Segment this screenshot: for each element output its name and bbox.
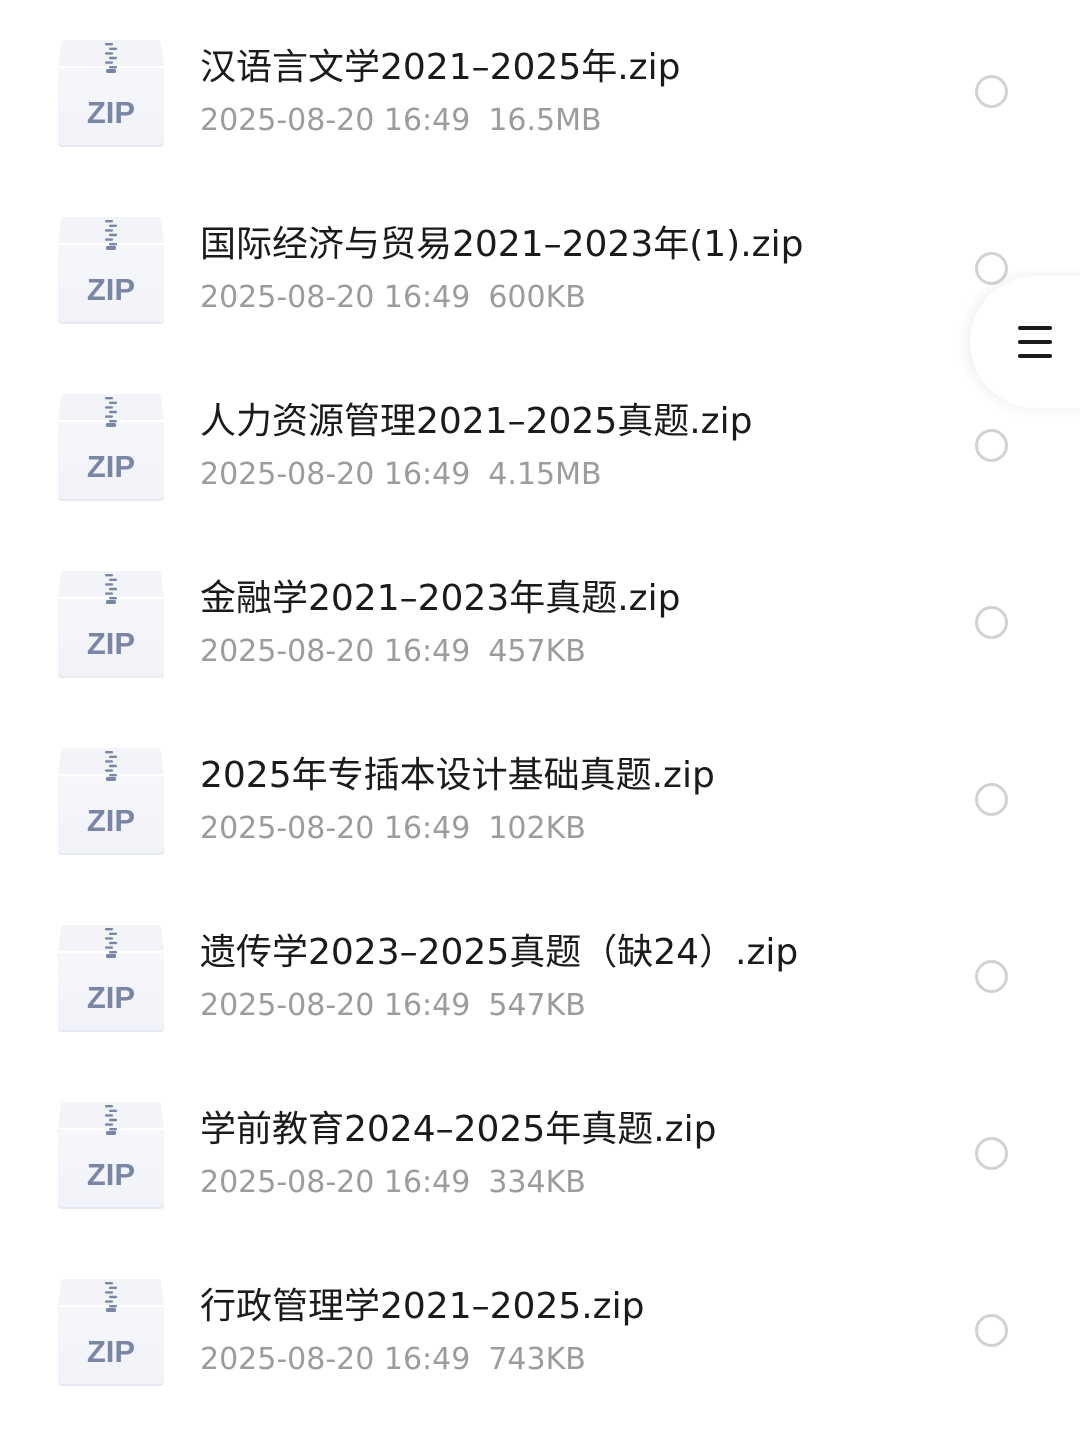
select-radio[interactable] bbox=[975, 1314, 1008, 1347]
file-size: 16.5MB bbox=[488, 103, 602, 138]
zip-file-graphic: ZIP bbox=[58, 571, 164, 678]
file-name: 汉语言文学2021–2025年.zip bbox=[200, 47, 681, 88]
zip-file-graphic: ZIP bbox=[58, 394, 164, 501]
zip-label: ZIP bbox=[87, 272, 135, 307]
file-meta: 2025-08-20 16:49 334KB bbox=[200, 1164, 586, 1202]
file-row[interactable]: ZIP 金融学2021–2023年真题.zip 2025-08-20 16:49… bbox=[0, 534, 1080, 711]
zip-file-icon: ZIP bbox=[56, 1101, 166, 1211]
select-radio[interactable] bbox=[975, 783, 1008, 816]
file-meta: 2025-08-20 16:49 4.15MB bbox=[200, 456, 602, 494]
file-date: 2025-08-20 16:49 bbox=[200, 1342, 471, 1377]
file-meta: 2025-08-20 16:49 547KB bbox=[200, 987, 586, 1025]
zip-file-icon: ZIP bbox=[56, 216, 166, 326]
file-date: 2025-08-20 16:49 bbox=[200, 1165, 471, 1200]
file-date: 2025-08-20 16:49 bbox=[200, 634, 471, 669]
file-meta: 2025-08-20 16:49 16.5MB bbox=[200, 102, 602, 140]
zip-label: ZIP bbox=[87, 803, 135, 838]
zip-label: ZIP bbox=[87, 95, 135, 130]
file-name: 行政管理学2021–2025.zip bbox=[200, 1286, 645, 1327]
file-name: 金融学2021–2023年真题.zip bbox=[200, 578, 681, 619]
file-name: 国际经济与贸易2021–2023年(1).zip bbox=[200, 224, 804, 265]
zip-file-graphic: ZIP bbox=[58, 1279, 164, 1386]
zip-file-icon: ZIP bbox=[56, 747, 166, 857]
zip-file-icon: ZIP bbox=[56, 39, 166, 149]
file-list: ZIP 汉语言文学2021–2025年.zip 2025-08-20 16:49… bbox=[0, 3, 1080, 1419]
file-row[interactable]: ZIP 行政管理学2021–2025.zip 2025-08-20 16:49 7… bbox=[0, 1242, 1080, 1419]
zip-file-icon: ZIP bbox=[56, 393, 166, 503]
select-radio[interactable] bbox=[975, 960, 1008, 993]
file-size: 102KB bbox=[488, 811, 586, 846]
zip-label: ZIP bbox=[87, 1334, 135, 1369]
zip-file-graphic: ZIP bbox=[58, 925, 164, 1032]
file-size: 4.15MB bbox=[488, 457, 602, 492]
select-radio[interactable] bbox=[975, 606, 1008, 639]
zip-label: ZIP bbox=[87, 980, 135, 1015]
file-row[interactable]: ZIP 学前教育2024–2025年真题.zip 2025-08-20 16:4… bbox=[0, 1065, 1080, 1242]
file-name: 人力资源管理2021–2025真题.zip bbox=[200, 401, 753, 442]
select-radio[interactable] bbox=[975, 252, 1008, 285]
select-radio[interactable] bbox=[975, 75, 1008, 108]
file-size: 457KB bbox=[488, 634, 586, 669]
zip-label: ZIP bbox=[87, 1157, 135, 1192]
file-name: 2025年专插本设计基础真题.zip bbox=[200, 755, 715, 796]
file-date: 2025-08-20 16:49 bbox=[200, 280, 471, 315]
menu-icon bbox=[1018, 326, 1052, 358]
file-row[interactable]: ZIP 遗传学2023–2025真题（缺24）.zip 2025-08-20 1… bbox=[0, 888, 1080, 1065]
file-name: 学前教育2024–2025年真题.zip bbox=[200, 1109, 717, 1150]
file-row[interactable]: ZIP 人力资源管理2021–2025真题.zip 2025-08-20 16:… bbox=[0, 357, 1080, 534]
file-size: 600KB bbox=[488, 280, 586, 315]
zip-file-graphic: ZIP bbox=[58, 748, 164, 855]
zip-file-icon: ZIP bbox=[56, 1278, 166, 1388]
file-date: 2025-08-20 16:49 bbox=[200, 811, 471, 846]
file-name: 遗传学2023–2025真题（缺24）.zip bbox=[200, 932, 799, 973]
file-size: 743KB bbox=[488, 1342, 586, 1377]
zip-file-graphic: ZIP bbox=[58, 1102, 164, 1209]
file-date: 2025-08-20 16:49 bbox=[200, 988, 471, 1023]
select-radio[interactable] bbox=[975, 1137, 1008, 1170]
zip-file-graphic: ZIP bbox=[58, 40, 164, 147]
file-row[interactable]: ZIP 国际经济与贸易2021–2023年(1).zip 2025-08-20 … bbox=[0, 180, 1080, 357]
zip-file-graphic: ZIP bbox=[58, 217, 164, 324]
zip-label: ZIP bbox=[87, 626, 135, 661]
file-row[interactable]: ZIP 汉语言文学2021–2025年.zip 2025-08-20 16:49… bbox=[0, 3, 1080, 180]
file-meta: 2025-08-20 16:49 743KB bbox=[200, 1341, 586, 1379]
file-meta: 2025-08-20 16:49 457KB bbox=[200, 633, 586, 671]
zip-label: ZIP bbox=[87, 449, 135, 484]
file-date: 2025-08-20 16:49 bbox=[200, 103, 471, 138]
file-date: 2025-08-20 16:49 bbox=[200, 457, 471, 492]
select-radio[interactable] bbox=[975, 429, 1008, 462]
file-meta: 2025-08-20 16:49 600KB bbox=[200, 279, 586, 317]
zip-file-icon: ZIP bbox=[56, 570, 166, 680]
file-row[interactable]: ZIP 2025年专插本设计基础真题.zip 2025-08-20 16:49 1… bbox=[0, 711, 1080, 888]
zip-file-icon: ZIP bbox=[56, 924, 166, 1034]
file-size: 334KB bbox=[488, 1165, 586, 1200]
file-size: 547KB bbox=[488, 988, 586, 1023]
file-meta: 2025-08-20 16:49 102KB bbox=[200, 810, 586, 848]
